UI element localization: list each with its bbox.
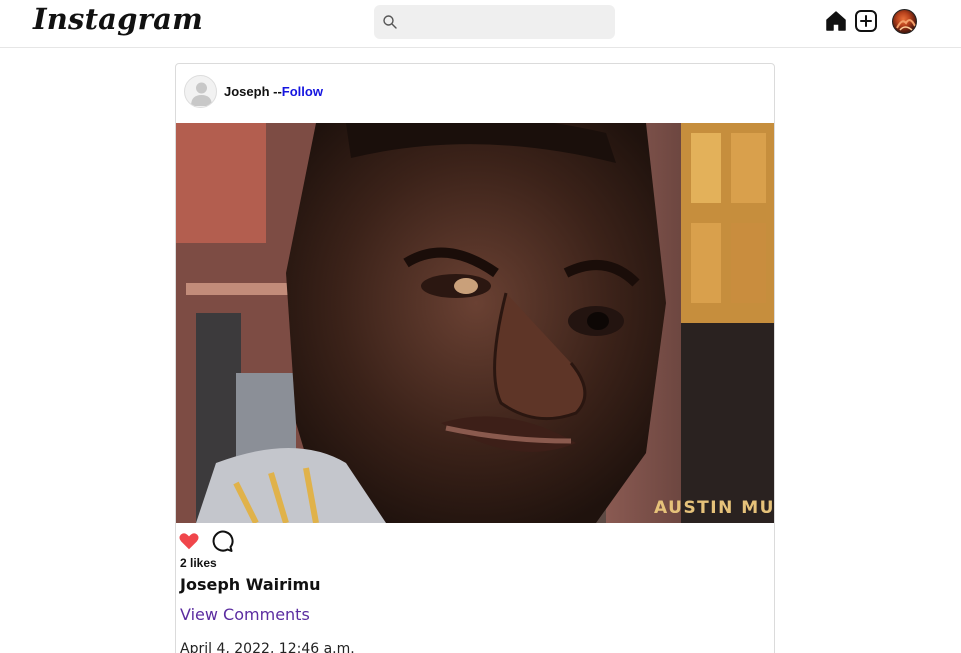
follow-link[interactable]: Follow xyxy=(282,84,323,99)
post-author: Joseph --Follow xyxy=(224,84,323,99)
home-icon[interactable] xyxy=(824,9,848,33)
author-separator: -- xyxy=(269,84,282,99)
post-image[interactable]: AUSTIN MU xyxy=(176,123,774,523)
caption-author: Joseph Wairimu xyxy=(180,575,321,594)
post-actions xyxy=(178,529,258,555)
add-post-icon[interactable] xyxy=(854,9,878,33)
top-navbar: Instagram xyxy=(0,0,961,48)
heart-icon[interactable] xyxy=(178,530,200,552)
likes-count: 2 likes xyxy=(180,556,217,570)
search-input[interactable] xyxy=(404,5,609,39)
image-watermark: AUSTIN MU xyxy=(654,498,774,518)
search-bar[interactable] xyxy=(374,5,615,39)
post-timestamp: April 4, 2022, 12:46 a.m. xyxy=(180,641,355,653)
view-comments-link[interactable]: View Comments xyxy=(180,605,310,624)
post-photo: AUSTIN MU xyxy=(176,123,774,523)
instagram-logo[interactable]: Instagram xyxy=(33,2,203,36)
avatar-artwork xyxy=(896,19,916,31)
author-username[interactable]: Joseph xyxy=(224,84,270,99)
comment-icon[interactable] xyxy=(210,529,234,553)
post-card: Joseph --Follow AUSTIN MU 2 likes Joseph… xyxy=(175,63,775,653)
post-header: Joseph --Follow xyxy=(176,64,774,122)
search-icon xyxy=(383,15,397,29)
user-avatar[interactable] xyxy=(184,75,217,108)
profile-avatar[interactable] xyxy=(892,9,917,34)
default-user-icon xyxy=(191,82,212,106)
